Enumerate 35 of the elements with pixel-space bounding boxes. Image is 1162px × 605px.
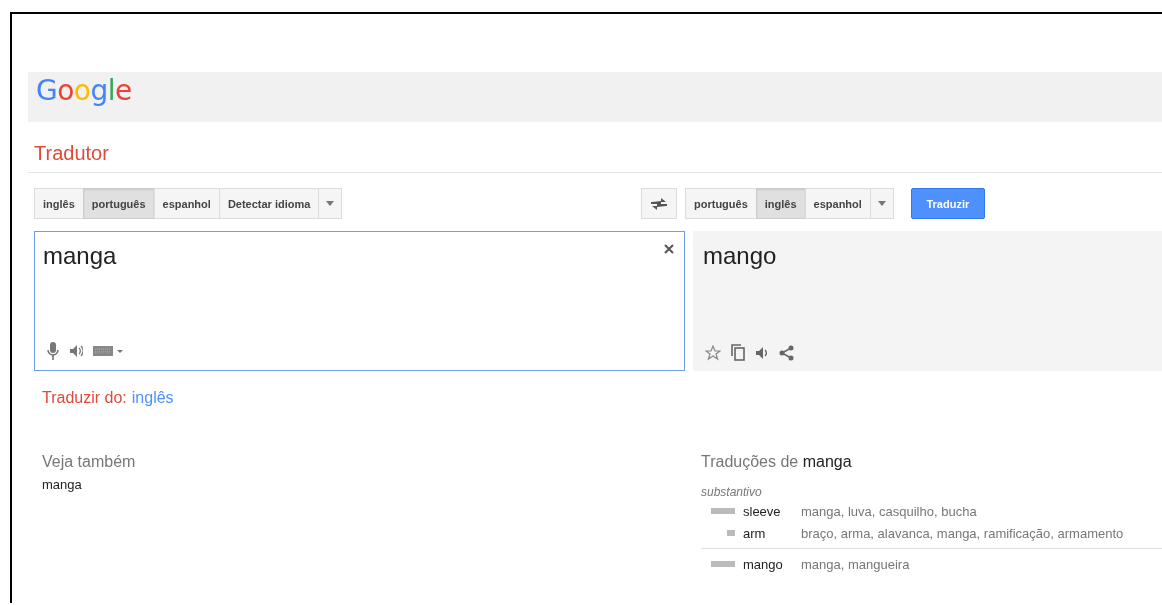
section-heading: Veja também <box>42 453 136 471</box>
reverse-translations: manga, mangueira <box>801 556 910 572</box>
language-tab[interactable]: Detectar idioma <box>218 188 319 219</box>
language-tab[interactable]: inglês <box>755 188 805 219</box>
keyboard-icon[interactable] <box>93 345 123 357</box>
speaker-icon[interactable] <box>755 345 769 360</box>
translation-word[interactable]: sleeve <box>743 503 801 519</box>
see-also-link[interactable]: manga <box>42 477 82 492</box>
speaker-icon[interactable] <box>69 344 83 358</box>
star-icon[interactable] <box>705 344 721 361</box>
reverse-translations: braço, arma, alavanca, manga, ramificação, armamento <box>801 525 1124 541</box>
page-title: Tradutor <box>33 141 110 164</box>
translation-word[interactable]: mango <box>743 556 801 572</box>
part-of-speech-label: substantivo <box>701 485 762 499</box>
language-tab[interactable]: espanhol <box>153 188 219 219</box>
swap-icon <box>650 196 668 211</box>
language-tab[interactable]: inglês <box>34 188 83 219</box>
translated-text: mango <box>703 242 777 270</box>
language-dropdown[interactable] <box>869 188 894 219</box>
copy-icon[interactable] <box>731 344 745 361</box>
language-tab[interactable]: espanhol <box>804 188 870 219</box>
section-heading: Traduções de manga <box>701 453 853 471</box>
language-dropdown[interactable] <box>318 188 343 219</box>
caret-icon <box>877 201 886 206</box>
microphone-icon[interactable] <box>47 342 59 360</box>
caret-icon <box>326 201 335 206</box>
source-text-field[interactable]: manga <box>34 231 685 371</box>
translation-word[interactable]: arm <box>743 525 801 541</box>
language-tab[interactable]: português <box>685 188 756 219</box>
swap-languages-button[interactable] <box>641 188 677 219</box>
close-icon[interactable] <box>664 244 674 254</box>
reverse-translations: manga, luva, casquilho, bucha <box>801 503 977 519</box>
share-icon[interactable] <box>779 344 794 361</box>
detected-language-note: Traduzir do: inglês <box>41 388 174 407</box>
language-tab[interactable]: português <box>82 188 154 219</box>
